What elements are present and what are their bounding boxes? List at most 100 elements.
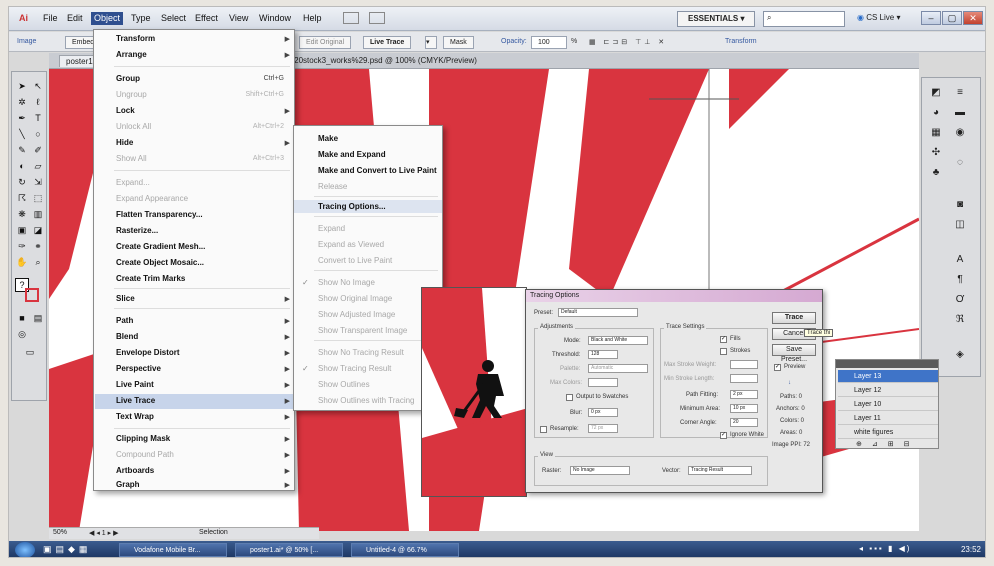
path-fitting-input[interactable]: 2 px [730,390,758,399]
bridge-icon[interactable] [343,12,359,24]
submenu-show-tracing-result[interactable]: Show Tracing Result [318,364,391,373]
submenu-release[interactable]: Release [318,182,347,191]
menu-effect[interactable]: Effect [195,13,218,23]
menu-item-graph[interactable]: Graph [116,480,140,489]
pen-tool-icon[interactable]: ✒ [15,112,29,124]
menu-item-create-gradient-mesh[interactable]: Create Gradient Mesh... [116,242,205,251]
max-stroke-weight-input[interactable] [730,360,758,369]
blob-brush-icon[interactable]: ◐ [15,160,29,172]
transparency-icon[interactable]: ◉ [952,126,968,140]
zoom-tool-icon[interactable]: ⌕ [31,256,45,268]
threshold-input[interactable]: 128 [588,350,618,359]
menu-item-create-trim-marks[interactable]: Create Trim Marks [116,274,185,283]
stroke-panel-icon[interactable]: ≡ [952,86,968,100]
opentype-icon[interactable]: Ơ [952,293,968,307]
ai-logo-icon[interactable]: Ai [19,13,28,23]
search-input[interactable]: ⌕ [763,11,845,27]
close-button[interactable]: ✕ [963,11,983,25]
menu-item-show-all[interactable]: Show All [116,154,147,163]
submenu-make-convert-live-paint[interactable]: Make and Convert to Live Paint [318,166,437,175]
paragraph-icon[interactable]: ¶ [952,273,968,287]
blur-input[interactable]: 0 px [588,408,618,417]
taskbar-item-vodafone[interactable]: Vodafone Mobile Br... [119,543,227,557]
appearance-icon[interactable]: ◌ [952,156,968,170]
menu-item-transform[interactable]: Transform [116,34,155,43]
menu-item-flatten-transparency[interactable]: Flatten Transparency... [116,210,203,219]
submenu-show-no-image[interactable]: Show No Image [318,278,375,287]
scale-tool-icon[interactable]: ⇲ [31,176,45,188]
save-preset-button[interactable]: Save Preset... [772,344,816,363]
submenu-show-outlines-with-tracing[interactable]: Show Outlines with Tracing [318,396,415,405]
resample-input[interactable]: 72 px [588,424,618,433]
layer-row[interactable]: Layer 12 [838,384,938,397]
transform-link[interactable]: Transform [725,38,757,45]
opacity-input[interactable]: 100 [531,36,567,49]
slice-tool-icon[interactable]: ◪ [31,224,45,236]
free-transform-icon[interactable]: ⬚ [31,192,45,204]
lasso-icon[interactable]: ℓ [31,96,45,108]
menu-item-clipping-mask[interactable]: Clipping Mask [116,434,170,443]
strokes-checkbox[interactable] [720,348,727,355]
menu-help[interactable]: Help [303,13,322,23]
arrange-documents-icon[interactable] [369,12,385,24]
direct-select-tool-icon[interactable]: ↖ [31,80,45,92]
glyphs-icon[interactable]: ℜ [952,313,968,327]
menu-item-rasterize[interactable]: Rasterize... [116,226,158,235]
layers-panel-icon[interactable]: ◫ [952,218,968,232]
eyedropper-icon[interactable]: ✑ [15,240,29,252]
menu-object[interactable]: Object [91,12,124,25]
menu-edit[interactable]: Edit [67,13,83,23]
selection-tool-icon[interactable]: ➤ [15,80,29,92]
magic-wand-icon[interactable]: ✲ [15,96,29,108]
color-guide-icon[interactable]: ◕ [928,106,944,120]
type-tool-icon[interactable]: T [31,112,45,124]
menu-item-ungroup[interactable]: Ungroup [116,90,147,99]
brushes-icon[interactable]: ✣ [928,146,944,160]
eraser-icon[interactable]: ▱ [31,160,45,172]
maximize-button[interactable]: ▢ [942,11,962,25]
menu-item-expand-appearance[interactable]: Expand Appearance [116,194,188,203]
layer-row[interactable]: Layer 11 [838,412,938,425]
menu-type[interactable]: Type [131,13,151,23]
symbol-sprayer-icon[interactable]: ❋ [15,208,29,220]
brush-tool-icon[interactable]: ✎ [15,144,29,156]
menu-item-perspective[interactable]: Perspective [116,364,161,373]
submenu-show-outlines[interactable]: Show Outlines [318,380,370,389]
mask-button[interactable]: Mask [443,36,474,49]
layers-footer-icons[interactable]: ⊕⊿⊞⊟ [856,440,919,448]
hand-tool-icon[interactable]: ✋ [15,256,29,268]
live-trace-button[interactable]: Live Trace [363,36,412,49]
menu-select[interactable]: Select [161,13,186,23]
menu-item-text-wrap[interactable]: Text Wrap [116,412,154,421]
raster-select[interactable]: No Image [570,466,630,475]
submenu-tracing-options[interactable]: Tracing Options... [294,200,442,213]
edit-original-button[interactable]: Edit Original [299,36,352,49]
gradient-mode-icon[interactable]: ▤ [31,312,45,324]
start-orb-icon[interactable] [15,542,35,557]
pencil-tool-icon[interactable]: ✐ [31,144,45,156]
layer-row[interactable]: Layer 13 [838,370,938,383]
ellipse-tool-icon[interactable]: ○ [31,128,45,140]
submenu-show-adjusted-image[interactable]: Show Adjusted Image [318,310,395,319]
menu-item-envelope-distort[interactable]: Envelope Distort [116,348,180,357]
menu-item-live-trace[interactable]: Live Trace [116,396,155,405]
trace-presets-dropdown[interactable]: ▾ [425,36,437,49]
mode-select[interactable]: Black and White [588,336,648,345]
gradient-panel-icon[interactable]: ▬ [952,106,968,120]
swatches-icon[interactable]: ▦ [928,126,944,140]
submenu-show-original-image[interactable]: Show Original Image [318,294,392,303]
menu-item-artboards[interactable]: Artboards [116,466,154,475]
layer-row[interactable]: white figures [838,426,938,439]
submenu-show-transparent-image[interactable]: Show Transparent Image [318,326,407,335]
menu-item-create-object-mosaic[interactable]: Create Object Mosaic... [116,258,204,267]
system-tray-icons[interactable]: ◂ ▪▪▪ ▮ ◀) [859,544,911,553]
workspace-switcher[interactable]: ESSENTIALS ▾ [677,11,755,27]
menu-item-path[interactable]: Path [116,316,133,325]
submenu-make[interactable]: Make [318,134,338,143]
min-stroke-length-input[interactable] [730,374,758,383]
color-panel-icon[interactable]: ◩ [928,86,944,100]
menu-item-hide[interactable]: Hide [116,138,133,147]
menu-window[interactable]: Window [259,13,291,23]
resample-checkbox[interactable] [540,426,547,433]
min-area-input[interactable]: 10 px [730,404,758,413]
